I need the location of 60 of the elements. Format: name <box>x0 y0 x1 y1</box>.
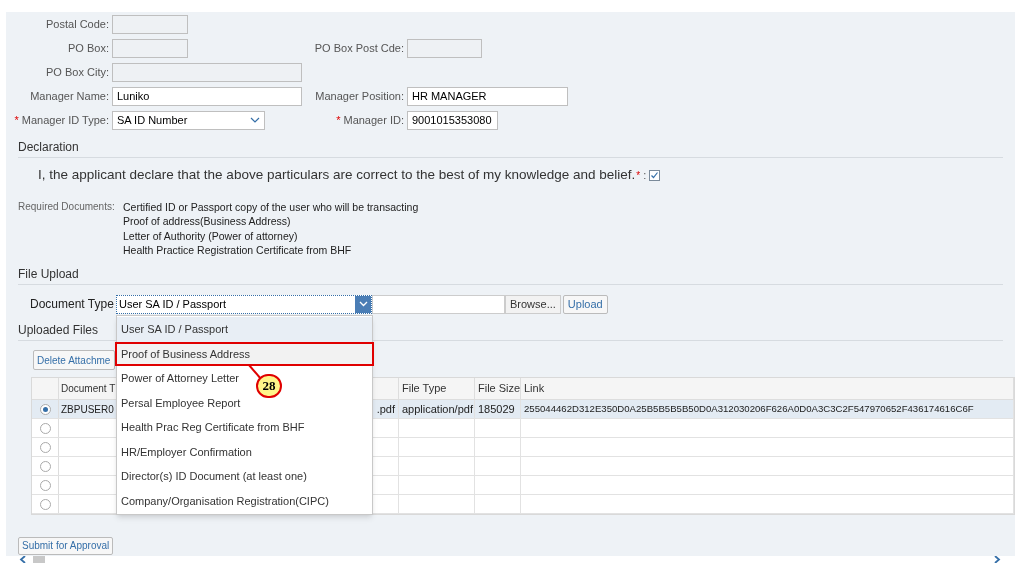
field-label: PO Box: <box>68 40 109 56</box>
file-path-field[interactable] <box>372 294 505 314</box>
dropdown-option[interactable]: Power of Attorney Letter <box>121 370 239 387</box>
field-label: Manager Position: <box>315 88 404 104</box>
form-dropdown[interactable]: SA ID Number <box>112 110 265 130</box>
column-header: File Size <box>478 381 520 397</box>
document-type-dropdown[interactable]: User SA ID / Passport <box>116 294 372 314</box>
field-label: PO Box City: <box>46 64 109 80</box>
scroll-left-icon <box>19 556 27 563</box>
colon-text: : <box>643 168 647 184</box>
section-title: File Upload <box>18 265 79 283</box>
dropdown-option[interactable]: User SA ID / Passport <box>117 317 372 342</box>
row-radio[interactable] <box>39 479 51 491</box>
table-cell-text: 255044462D312E350D0A25B5B5B5B50D0A312030206F626A0D0A3C3C2F547970652F436174616C6F <box>524 401 974 416</box>
section-title: Uploaded Files <box>18 321 99 339</box>
table-cell-text: .pdf <box>376 401 395 417</box>
table-cell-text: ZBPUSER0 <box>61 402 114 417</box>
form-field[interactable]: HR MANAGER <box>407 86 568 106</box>
field-label: * Manager ID: <box>336 112 404 128</box>
row-radio[interactable] <box>39 422 51 434</box>
submit-button[interactable]: Submit for Approval <box>18 537 114 555</box>
column-header: Document T <box>61 382 116 396</box>
field-label: Postal Code: <box>46 16 109 32</box>
dropdown-option[interactable]: Company/Organisation Registration(CIPC) <box>121 492 329 509</box>
field-label: * Manager ID Type: <box>14 112 109 128</box>
column-header: File Type <box>402 381 447 397</box>
required-asterisk: * <box>636 169 641 184</box>
required-document-item: Proof of address(Business Address) <box>123 214 292 229</box>
required-document-item: Letter of Authority (Power of attorney) <box>123 228 299 244</box>
scrollbar-thumb[interactable] <box>33 556 45 563</box>
row-radio[interactable] <box>39 403 51 415</box>
document-type-label: Document Type <box>30 296 115 314</box>
leader-line <box>248 364 262 380</box>
dropdown-option[interactable]: Proof of Business Address <box>115 341 374 366</box>
dropdown-option[interactable]: HR/Employer Confirmation <box>121 443 252 460</box>
section-title: Declaration <box>18 139 79 157</box>
upload-button[interactable]: Upload <box>562 294 608 314</box>
declaration-text: I, the applicant declare that the above particulars are correct to the best of my knowledge and belief. <box>38 166 636 185</box>
chevron-down-icon <box>358 301 368 308</box>
required-document-item: Health Practice Registration Certificate from BHF <box>123 243 353 258</box>
field-label: PO Box Post Cde: <box>314 40 404 56</box>
dropdown-option[interactable]: Health Prac Reg Certificate from BHF <box>121 419 305 436</box>
declaration-checkbox[interactable] <box>649 170 661 182</box>
required-document-item: Certified ID or Passport copy of the user who will be transacting <box>123 199 419 215</box>
field-label: Manager Name: <box>30 88 109 104</box>
form-field[interactable]: 9001015353080 <box>407 110 498 130</box>
column-header: Link <box>524 381 545 397</box>
required-documents-label: Required Documents: <box>18 199 116 214</box>
dropdown-option[interactable]: Persal Employee Report <box>121 394 241 411</box>
table-cell-text: application/pdf <box>402 401 473 417</box>
table-cell-text: 185029 <box>478 401 515 417</box>
form-field[interactable]: Luniko <box>112 86 302 106</box>
delete-attachment-button[interactable]: Delete Attachme <box>33 350 115 371</box>
row-radio[interactable] <box>39 498 51 510</box>
row-radio[interactable] <box>39 441 51 453</box>
chevron-down-icon <box>250 117 260 123</box>
scroll-right-icon <box>993 556 1001 563</box>
dropdown-option[interactable]: Director(s) ID Document (at least one) <box>121 468 307 485</box>
row-radio[interactable] <box>39 460 51 472</box>
browse-button[interactable]: Browse... <box>505 294 561 314</box>
